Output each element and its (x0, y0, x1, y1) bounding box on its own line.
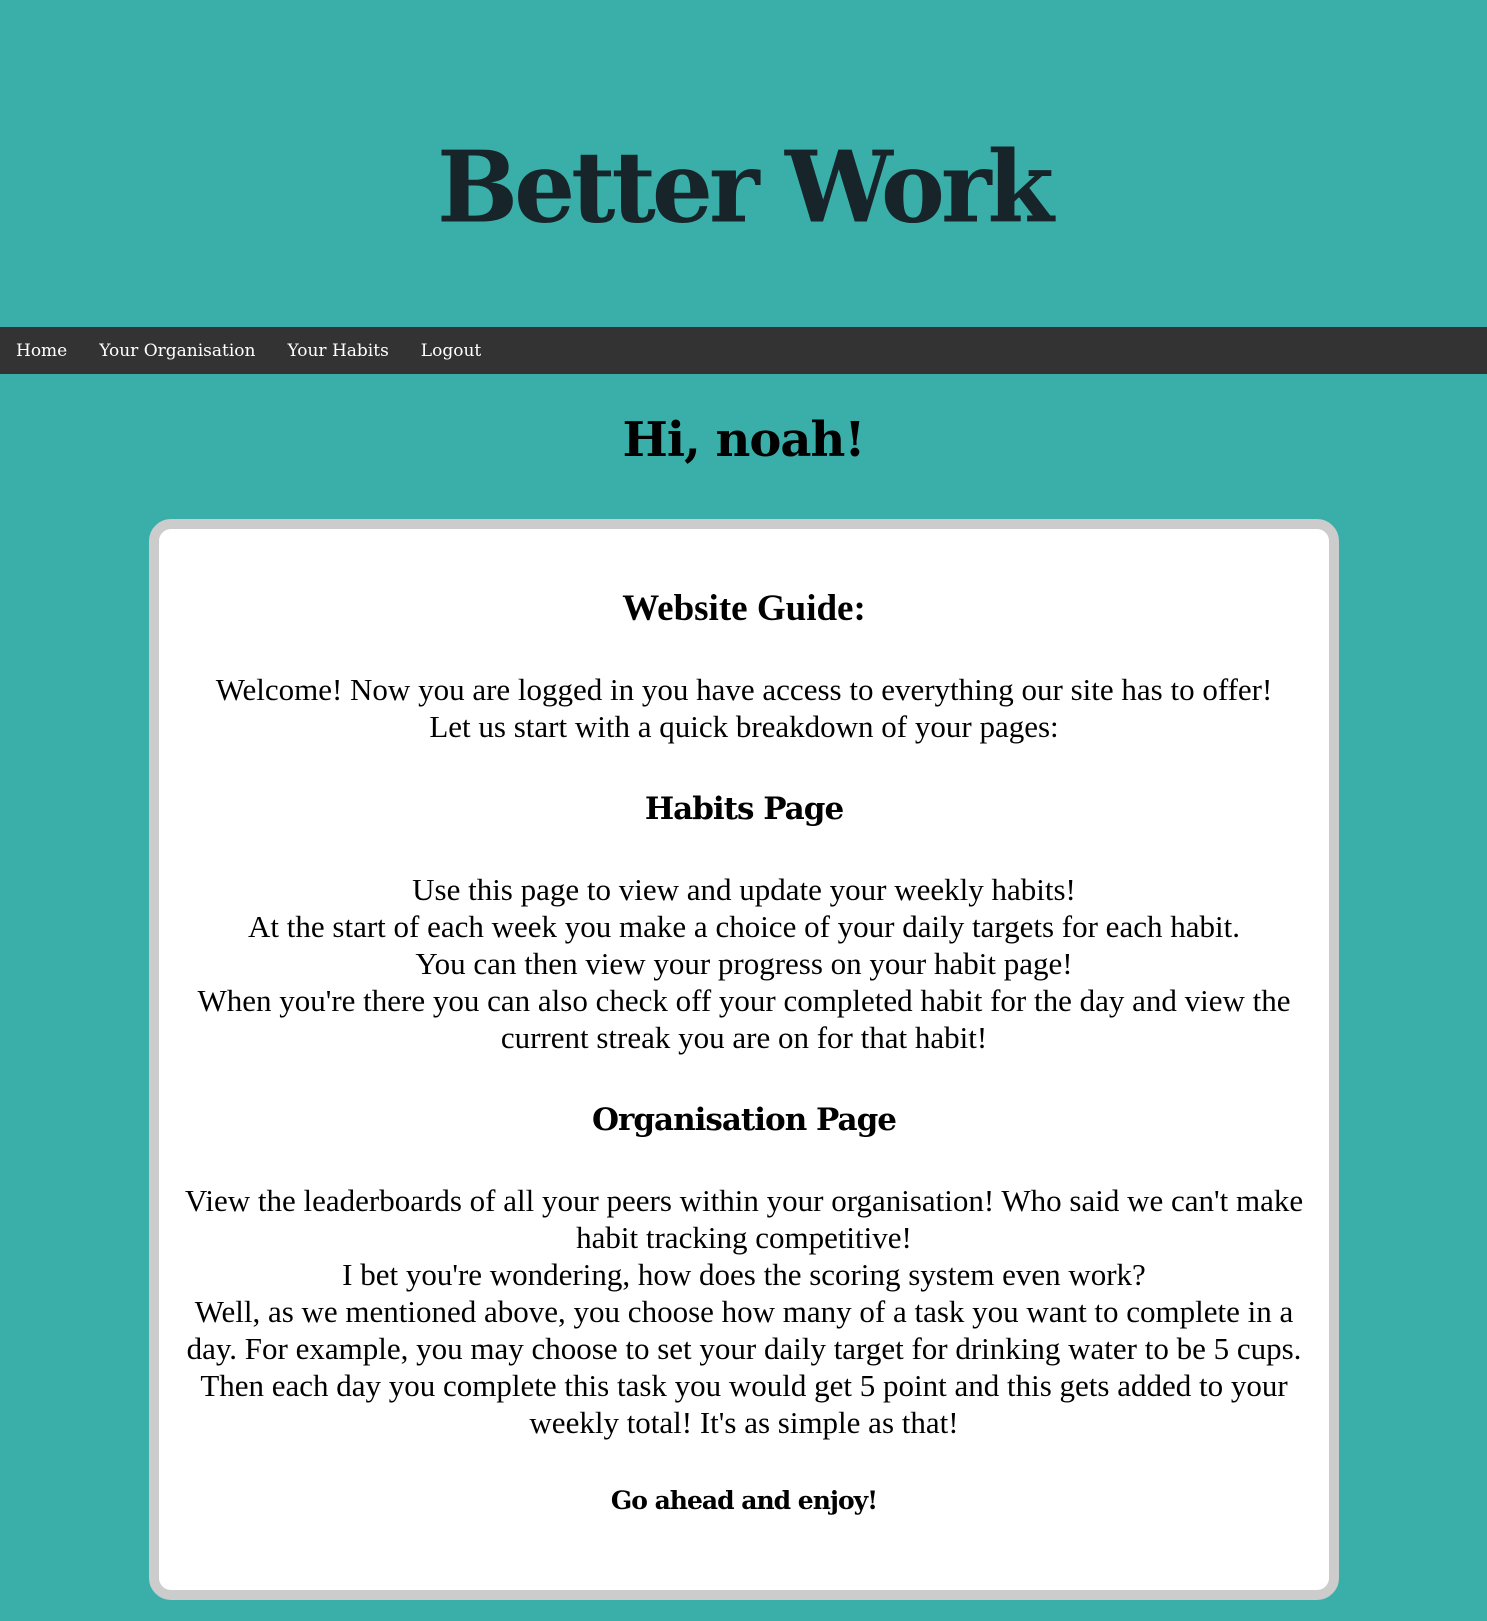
guide-outro: Go ahead and enjoy! (610, 1486, 878, 1515)
habits-description-line: When you're there you can also check off… (197, 983, 1291, 1055)
guide-title: Website Guide: (622, 588, 866, 629)
habits-description-line: At the start of each week you make a cho… (248, 909, 1240, 944)
guide-intro-line: Welcome! Now you are logged in you have … (215, 672, 1273, 707)
nav-link-your-organisation[interactable]: Your Organisation (83, 341, 271, 361)
organisation-page-description: View the leaderboards of all your peers … (169, 1182, 1319, 1441)
site-title: Better Work (436, 129, 1054, 246)
website-guide-card: Website Guide: Welcome! Now you are logg… (149, 519, 1339, 1600)
site-header: Better Work (0, 0, 1487, 327)
nav-link-your-habits[interactable]: Your Habits (272, 341, 405, 361)
habits-description-line: Use this page to view and update your we… (412, 872, 1076, 907)
guide-intro: Welcome! Now you are logged in you have … (169, 671, 1319, 745)
organisation-description-line: I bet you're wondering, how does the sco… (342, 1257, 1146, 1292)
organisation-page-heading: Organisation Page (591, 1102, 897, 1138)
organisation-description-line: Well, as we mentioned above, you choose … (186, 1294, 1302, 1440)
nav-link-home[interactable]: Home (0, 341, 83, 361)
organisation-description-line: View the leaderboards of all your peers … (184, 1183, 1304, 1255)
nav-link-logout[interactable]: Logout (405, 341, 497, 361)
user-greeting: Hi, noah! (622, 412, 866, 468)
habits-page-description: Use this page to view and update your we… (169, 871, 1319, 1056)
guide-intro-line: Let us start with a quick breakdown of y… (429, 709, 1059, 744)
habits-page-heading: Habits Page (644, 791, 844, 827)
main-navbar: Home Your Organisation Your Habits Logou… (0, 327, 1487, 374)
habits-description-line: You can then view your progress on your … (415, 946, 1073, 981)
